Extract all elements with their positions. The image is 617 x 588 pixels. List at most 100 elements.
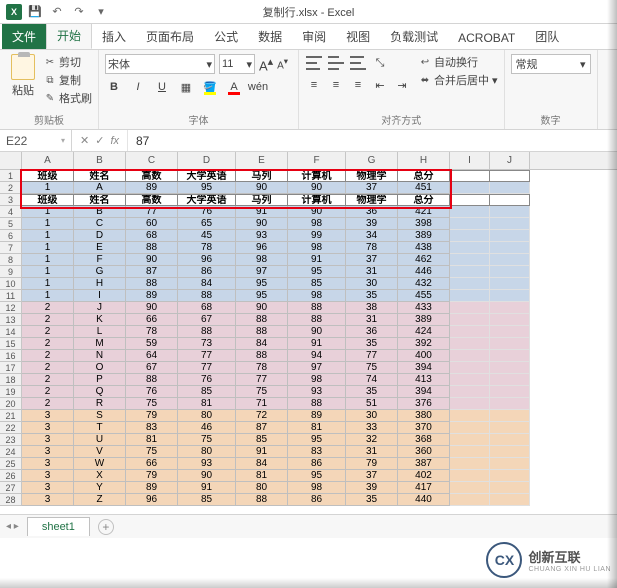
cell[interactable]: 89 [288,410,346,422]
cell[interactable]: U [74,434,126,446]
cell[interactable]: L [74,326,126,338]
cell[interactable] [450,362,490,374]
cell[interactable]: 1 [22,206,74,218]
row-header[interactable]: 17 [0,362,22,374]
cell[interactable] [490,422,530,434]
cell[interactable]: 83 [288,446,346,458]
column-header[interactable]: J [490,152,530,169]
cell[interactable] [490,170,530,182]
cell[interactable] [490,182,530,194]
cell[interactable]: A [74,182,126,194]
cell[interactable]: 75 [126,398,178,410]
indent-decrease-button[interactable]: ⇤ [371,76,389,94]
cell[interactable]: 1 [22,182,74,194]
row-header[interactable]: 16 [0,350,22,362]
tab-home[interactable]: 开始 [46,22,92,49]
cell[interactable]: 73 [178,338,236,350]
formula-value[interactable]: 87 [128,134,157,148]
cell[interactable]: 88 [126,242,178,254]
cell[interactable]: 90 [288,206,346,218]
qat-dropdown[interactable]: ▾ [92,3,110,21]
cell[interactable] [490,374,530,386]
row-header[interactable]: 4 [0,206,22,218]
cell[interactable] [490,482,530,494]
cell[interactable]: 413 [398,374,450,386]
cell[interactable]: 88 [288,302,346,314]
cell[interactable] [490,314,530,326]
cell[interactable] [450,194,490,206]
cell[interactable]: 88 [288,398,346,410]
cell[interactable]: 376 [398,398,450,410]
cell[interactable] [490,386,530,398]
redo-button[interactable]: ↷ [70,3,88,21]
undo-button[interactable]: ↶ [48,3,66,21]
cell[interactable]: 98 [288,482,346,494]
cell[interactable]: 85 [288,278,346,290]
align-middle-button[interactable] [327,54,345,72]
cell[interactable]: 90 [236,218,288,230]
fx-icon[interactable]: fx [110,135,119,147]
tab-layout[interactable]: 页面布局 [136,24,204,49]
cell[interactable]: 计算机 [288,194,346,206]
cell[interactable]: 2 [22,362,74,374]
cell[interactable]: 35 [346,338,398,350]
cell[interactable]: 370 [398,422,450,434]
cell[interactable]: 37 [346,470,398,482]
column-header[interactable]: C [126,152,178,169]
row-header[interactable]: 8 [0,254,22,266]
tab-formulas[interactable]: 公式 [204,24,248,49]
cell[interactable] [490,494,530,506]
cell[interactable] [450,266,490,278]
cell[interactable] [490,470,530,482]
cell[interactable] [490,326,530,338]
orientation-button[interactable]: ⤡ [371,54,389,72]
row-header[interactable]: 3 [0,194,22,206]
cell[interactable]: 86 [288,494,346,506]
cell[interactable]: C [74,218,126,230]
cell[interactable] [490,362,530,374]
cell[interactable]: 2 [22,302,74,314]
cell[interactable]: 3 [22,410,74,422]
cell[interactable]: 96 [126,494,178,506]
name-box[interactable]: E22▾ [0,130,72,151]
cell[interactable]: 81 [288,422,346,434]
cell[interactable]: 95 [288,434,346,446]
cell[interactable]: 大学英语 [178,170,236,182]
bold-button[interactable]: B [105,78,123,96]
cell[interactable]: 99 [288,230,346,242]
cell[interactable]: X [74,470,126,482]
cell[interactable]: 91 [236,206,288,218]
column-header[interactable]: G [346,152,398,169]
cell[interactable]: 78 [178,242,236,254]
cell[interactable]: 马列 [236,170,288,182]
cell[interactable]: S [74,410,126,422]
cell[interactable]: 455 [398,290,450,302]
cell[interactable]: 360 [398,446,450,458]
cell[interactable]: 93 [236,230,288,242]
cell[interactable]: 84 [236,338,288,350]
cell[interactable] [450,206,490,218]
cell[interactable]: 394 [398,386,450,398]
cell[interactable]: 39 [346,218,398,230]
cell[interactable] [490,458,530,470]
cell[interactable]: 35 [346,386,398,398]
cell[interactable]: H [74,278,126,290]
cell[interactable]: T [74,422,126,434]
cell[interactable]: 2 [22,398,74,410]
cell[interactable]: 45 [178,230,236,242]
cell[interactable] [450,302,490,314]
cell[interactable]: 80 [236,482,288,494]
cell[interactable]: 74 [346,374,398,386]
cell[interactable]: 440 [398,494,450,506]
tab-insert[interactable]: 插入 [92,24,136,49]
row-header[interactable]: 26 [0,470,22,482]
cell[interactable]: 35 [346,494,398,506]
spreadsheet-grid[interactable]: ABCDEFGHIJ 1班级姓名高数大学英语马列计算机物理学总分21A89959… [0,152,617,514]
row-header[interactable]: 11 [0,290,22,302]
row-header[interactable]: 13 [0,314,22,326]
cell[interactable]: 90 [178,470,236,482]
cell[interactable]: 462 [398,254,450,266]
tab-file[interactable]: 文件 [2,24,46,49]
cell[interactable] [450,338,490,350]
cell[interactable] [490,218,530,230]
